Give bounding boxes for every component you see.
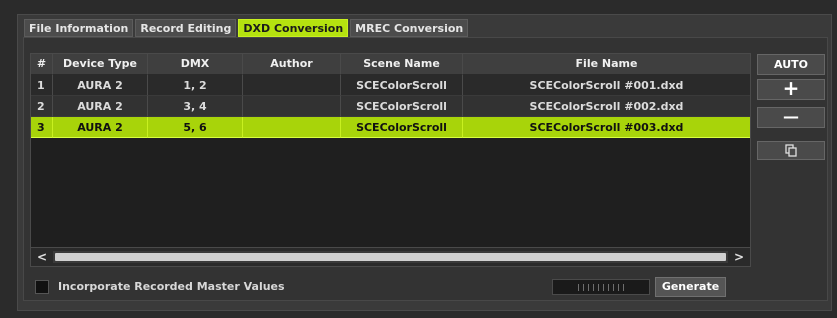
tab-mrec-conversion[interactable]: MREC Conversion [350, 19, 469, 37]
remove-button[interactable]: — [757, 107, 825, 128]
dmx-cell: 5, 6 [148, 117, 243, 138]
device-type-cell: AURA 2 [53, 96, 148, 117]
auto-button[interactable]: AUTO [757, 54, 825, 75]
table-row-selected[interactable]: 3 AURA 2 5, 6 SCEColorScroll SCEColorScr… [31, 117, 750, 138]
column-header-dmx[interactable]: DMX [148, 54, 243, 75]
author-cell[interactable] [243, 75, 341, 96]
row-number: 2 [31, 96, 53, 117]
column-header-device-type[interactable]: Device Type [53, 54, 148, 75]
incorporate-master-values-label: Incorporate Recorded Master Values [58, 280, 285, 293]
scrollbar-track[interactable] [53, 251, 728, 263]
scrollbar-thumb[interactable] [55, 253, 726, 261]
table-row[interactable]: 2 AURA 2 3, 4 SCEColorScroll SCEColorScr… [31, 96, 750, 117]
progress-meter [552, 279, 650, 295]
column-header-scene-name[interactable]: Scene Name [341, 54, 463, 75]
tab-file-information[interactable]: File Information [24, 19, 134, 37]
scroll-right-arrow[interactable]: > [731, 250, 747, 266]
row-number: 3 [31, 117, 53, 138]
table-row[interactable]: 1 AURA 2 1, 2 SCEColorScroll SCEColorScr… [31, 75, 750, 96]
scene-name-cell: SCEColorScroll [341, 117, 463, 138]
file-name-cell: SCEColorScroll #002.dxd [463, 96, 750, 117]
author-cell[interactable] [243, 117, 341, 138]
column-header-author[interactable]: Author [243, 54, 341, 75]
file-name-cell: SCEColorScroll #003.dxd [463, 117, 750, 138]
tab-record-editing[interactable]: Record Editing [135, 19, 237, 37]
file-name-cell: SCEColorScroll #001.dxd [463, 75, 750, 96]
dmx-cell: 3, 4 [148, 96, 243, 117]
table-header-row: # Device Type DMX Author Scene Name File… [31, 54, 750, 75]
copy-icon [785, 144, 797, 157]
scene-name-cell: SCEColorScroll [341, 96, 463, 117]
scene-name-cell: SCEColorScroll [341, 75, 463, 96]
row-number: 1 [31, 75, 53, 96]
generate-button[interactable]: Generate [655, 277, 726, 297]
device-type-cell: AURA 2 [53, 75, 148, 96]
column-header-number[interactable]: # [31, 54, 53, 75]
tab-bar: File Information Record Editing DXD Conv… [24, 19, 469, 37]
scroll-left-arrow[interactable]: < [34, 250, 50, 266]
device-type-cell: AURA 2 [53, 117, 148, 138]
conversion-table: # Device Type DMX Author Scene Name File… [30, 53, 751, 267]
column-header-file-name[interactable]: File Name [463, 54, 750, 75]
author-cell[interactable] [243, 96, 341, 117]
horizontal-scrollbar[interactable]: < > [30, 247, 751, 267]
dmx-cell: 1, 2 [148, 75, 243, 96]
tab-dxd-conversion[interactable]: DXD Conversion [238, 19, 349, 37]
add-button[interactable]: + [757, 78, 825, 100]
incorporate-master-values-checkbox[interactable] [35, 280, 49, 294]
copy-button[interactable] [757, 141, 825, 160]
